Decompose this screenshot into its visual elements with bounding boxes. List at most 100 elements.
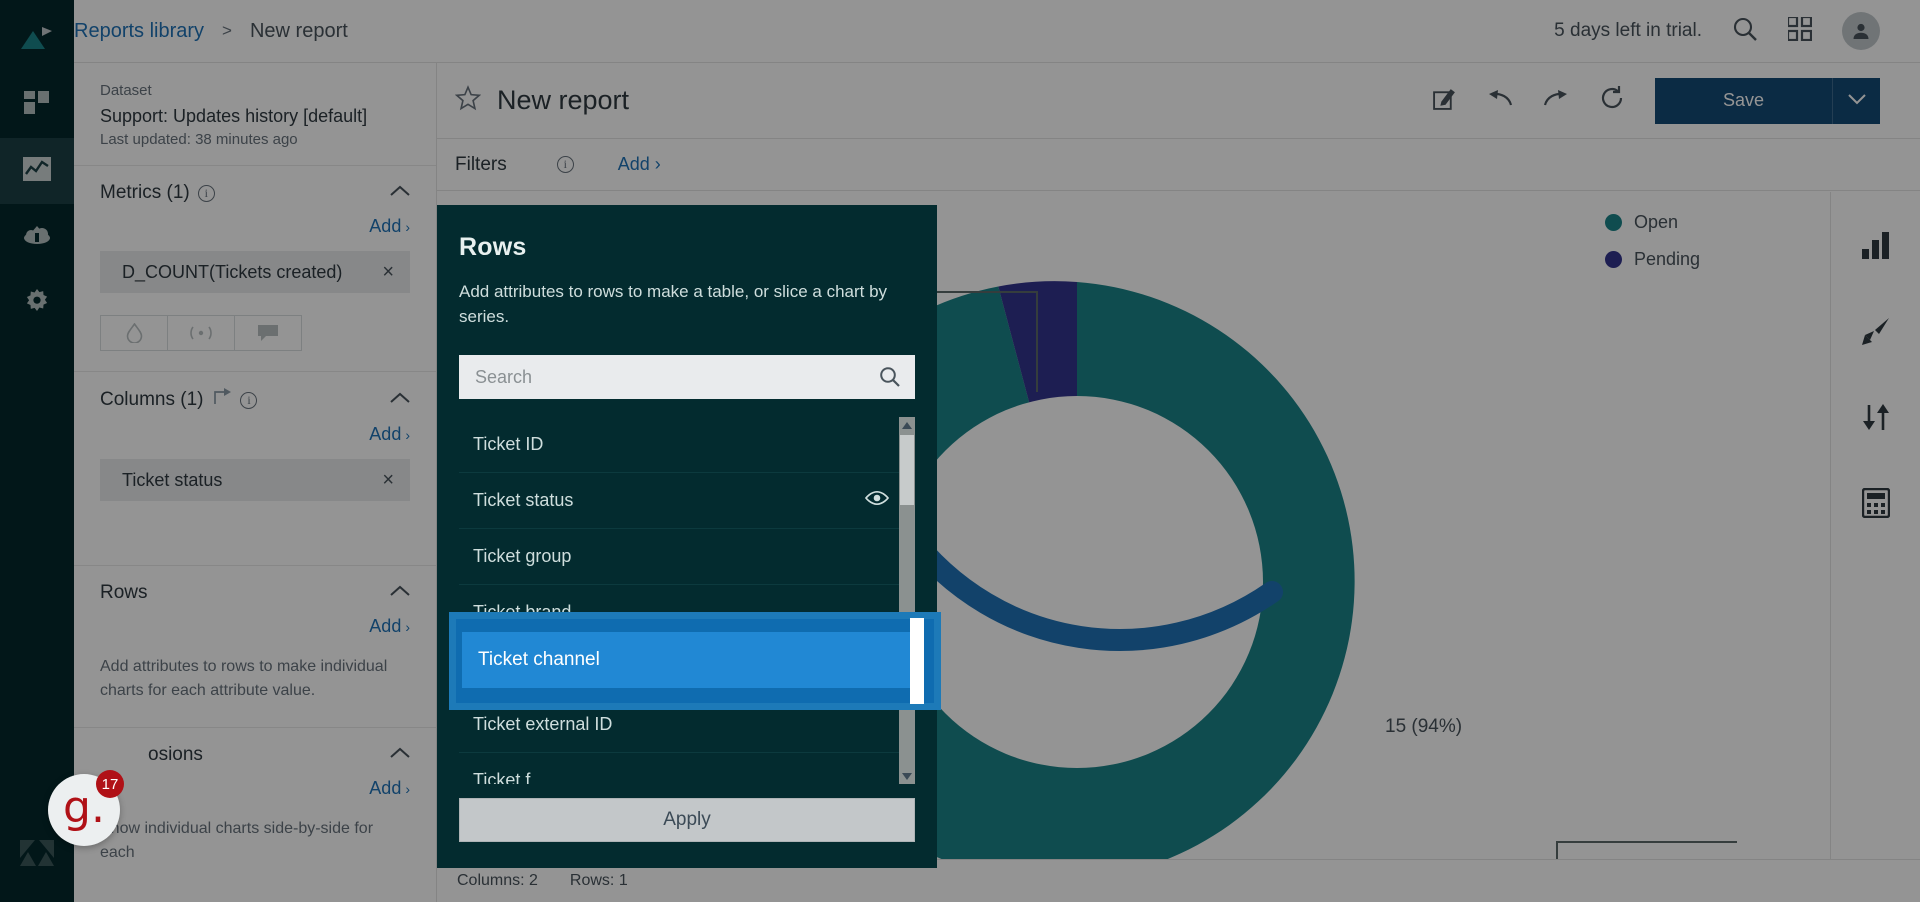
apply-button[interactable]: Apply: [459, 798, 915, 842]
dataset-info[interactable]: Dataset Support: Updates history [defaul…: [74, 63, 436, 167]
column-chip[interactable]: Ticket status ×: [100, 459, 410, 502]
sidebar-item-dashboards[interactable]: [0, 72, 74, 138]
list-item[interactable]: Ticket status: [459, 473, 915, 530]
edit-pencil-icon[interactable]: [1432, 86, 1457, 116]
filters-bar: Filters i Add ›: [437, 139, 1920, 191]
star-outline-icon[interactable]: [454, 85, 482, 116]
modal-search: [459, 355, 915, 400]
columns-add-button[interactable]: Add ›: [100, 424, 410, 445]
rows-section: Rows Add › Add attributes to rows to make…: [74, 566, 436, 729]
swap-axis-icon[interactable]: [213, 388, 232, 412]
breadcrumb-reports-library[interactable]: Reports library: [74, 20, 204, 43]
rows-hint: Add attributes to rows to make individua…: [100, 658, 388, 700]
comment-icon[interactable]: [234, 315, 302, 352]
refresh-icon[interactable]: [1599, 85, 1625, 116]
list-item-label: Ticket status: [473, 490, 574, 511]
attribute-list[interactable]: Ticket ID Ticket status Ticket group Tic…: [459, 417, 915, 784]
explosions-add-label: Add: [369, 778, 402, 799]
explore-logo-icon[interactable]: [0, 6, 74, 72]
redo-arrow-icon[interactable]: [1543, 87, 1569, 114]
chevron-up-icon[interactable]: [390, 184, 410, 202]
sort-updown-icon[interactable]: [1853, 394, 1899, 440]
list-item[interactable]: Ticket ID: [459, 417, 915, 474]
info-circle-icon[interactable]: i: [240, 391, 258, 409]
metric-mini-toolbar: [100, 315, 410, 352]
trial-status-text: 5 days left in trial.: [1554, 20, 1702, 41]
left-nav-rail: [0, 0, 74, 902]
info-circle-icon[interactable]: i: [197, 184, 215, 202]
status-columns-count: Columns: 2: [457, 872, 538, 889]
legend-item-open[interactable]: Open: [1604, 212, 1700, 233]
highlighted-list-item[interactable]: Ticket channel: [462, 632, 924, 688]
search-icon[interactable]: [1732, 16, 1758, 47]
scroll-down-arrow-icon[interactable]: [899, 768, 915, 784]
report-config-panel: Dataset Support: Updates history [defaul…: [74, 63, 437, 902]
broadcast-icon[interactable]: [167, 315, 235, 352]
filter-drop-icon[interactable]: [100, 315, 168, 352]
scroll-up-arrow-icon[interactable]: [899, 417, 915, 433]
columns-title: Columns (1): [100, 389, 204, 411]
metric-chip[interactable]: D_COUNT(Tickets created) ×: [100, 251, 410, 294]
undo-arrow-icon[interactable]: [1487, 87, 1513, 114]
search-input[interactable]: [459, 355, 915, 400]
list-item[interactable]: Ticket external ID: [459, 697, 915, 754]
list-item[interactable]: Ticket f: [459, 753, 915, 784]
info-circle-icon[interactable]: i: [556, 156, 574, 173]
metrics-add-button[interactable]: Add ›: [100, 216, 410, 237]
save-options-button[interactable]: [1832, 77, 1880, 124]
metrics-title: Metrics (1): [100, 182, 190, 204]
bar-chart-icon[interactable]: [1853, 222, 1899, 268]
user-avatar-icon[interactable]: [1842, 12, 1880, 50]
chat-unread-badge: 17: [96, 770, 124, 798]
paint-brush-icon[interactable]: [1853, 308, 1899, 354]
list-item-label: Ticket f: [473, 770, 531, 784]
app-root: Reports library > New report 5 days left…: [0, 0, 1920, 902]
columns-section: Columns (1) i Add › Ticket status ×: [74, 372, 436, 567]
chat-widget-button[interactable]: g. 17: [48, 770, 124, 846]
close-x-icon[interactable]: ×: [382, 469, 394, 492]
columns-add-label: Add: [369, 424, 402, 445]
pie-slice-label-open: 15 (94%): [1385, 716, 1463, 737]
gear-icon: [24, 288, 50, 319]
save-button[interactable]: Save: [1654, 77, 1832, 124]
list-item[interactable]: Ticket group: [459, 529, 915, 586]
highlighted-item-label: Ticket channel: [478, 649, 600, 670]
sidebar-item-reports[interactable]: [0, 138, 74, 204]
line-chart-icon: [23, 156, 51, 186]
top-bar: Reports library > New report 5 days left…: [74, 0, 1920, 63]
dataset-label: Dataset: [100, 82, 152, 99]
chevron-up-icon[interactable]: [390, 746, 410, 764]
chart-legend: Open Pending: [1604, 212, 1700, 286]
apps-grid-icon[interactable]: [1786, 15, 1813, 46]
chart-tool-rail: [1830, 192, 1920, 859]
search-icon[interactable]: [879, 366, 901, 393]
dashboard-grid-icon: [24, 90, 50, 121]
chevron-right-icon: ›: [405, 427, 410, 444]
modal-description: Add attributes to rows to make a table, …: [459, 282, 888, 326]
chevron-up-icon[interactable]: [390, 391, 410, 409]
filters-add-button[interactable]: Add ›: [618, 154, 661, 175]
explosions-section: osions Add › Show individual charts side-…: [74, 728, 436, 889]
dataset-name: Support: Updates history [default]: [100, 105, 368, 126]
explosions-hint: Show individual charts side-by-side for …: [100, 820, 374, 862]
rows-title: Rows: [100, 582, 148, 604]
highlight-scrollbar-segment: [910, 618, 924, 704]
legend-item-pending[interactable]: Pending: [1604, 249, 1700, 270]
chevron-up-icon[interactable]: [390, 584, 410, 602]
explosions-title: osions: [148, 744, 203, 766]
chevron-right-icon: ›: [405, 781, 410, 798]
rows-add-button[interactable]: Add ›: [100, 616, 410, 637]
attribute-list-scrollbar[interactable]: [899, 417, 915, 784]
calculator-icon[interactable]: [1853, 480, 1899, 526]
scrollbar-thumb[interactable]: [900, 435, 914, 506]
chevron-right-icon: ›: [405, 619, 410, 636]
chevron-right-icon: ›: [649, 154, 661, 174]
close-x-icon[interactable]: ×: [382, 261, 394, 284]
sidebar-item-settings[interactable]: [0, 270, 74, 336]
sidebar-item-datasets[interactable]: [0, 204, 74, 270]
breadcrumb-current: New report: [249, 19, 348, 42]
cloud-upload-icon: [22, 223, 52, 252]
eye-icon[interactable]: [864, 490, 890, 511]
legend-color-swatch: [1604, 251, 1622, 268]
explosions-add-button[interactable]: Add ›: [100, 778, 410, 799]
